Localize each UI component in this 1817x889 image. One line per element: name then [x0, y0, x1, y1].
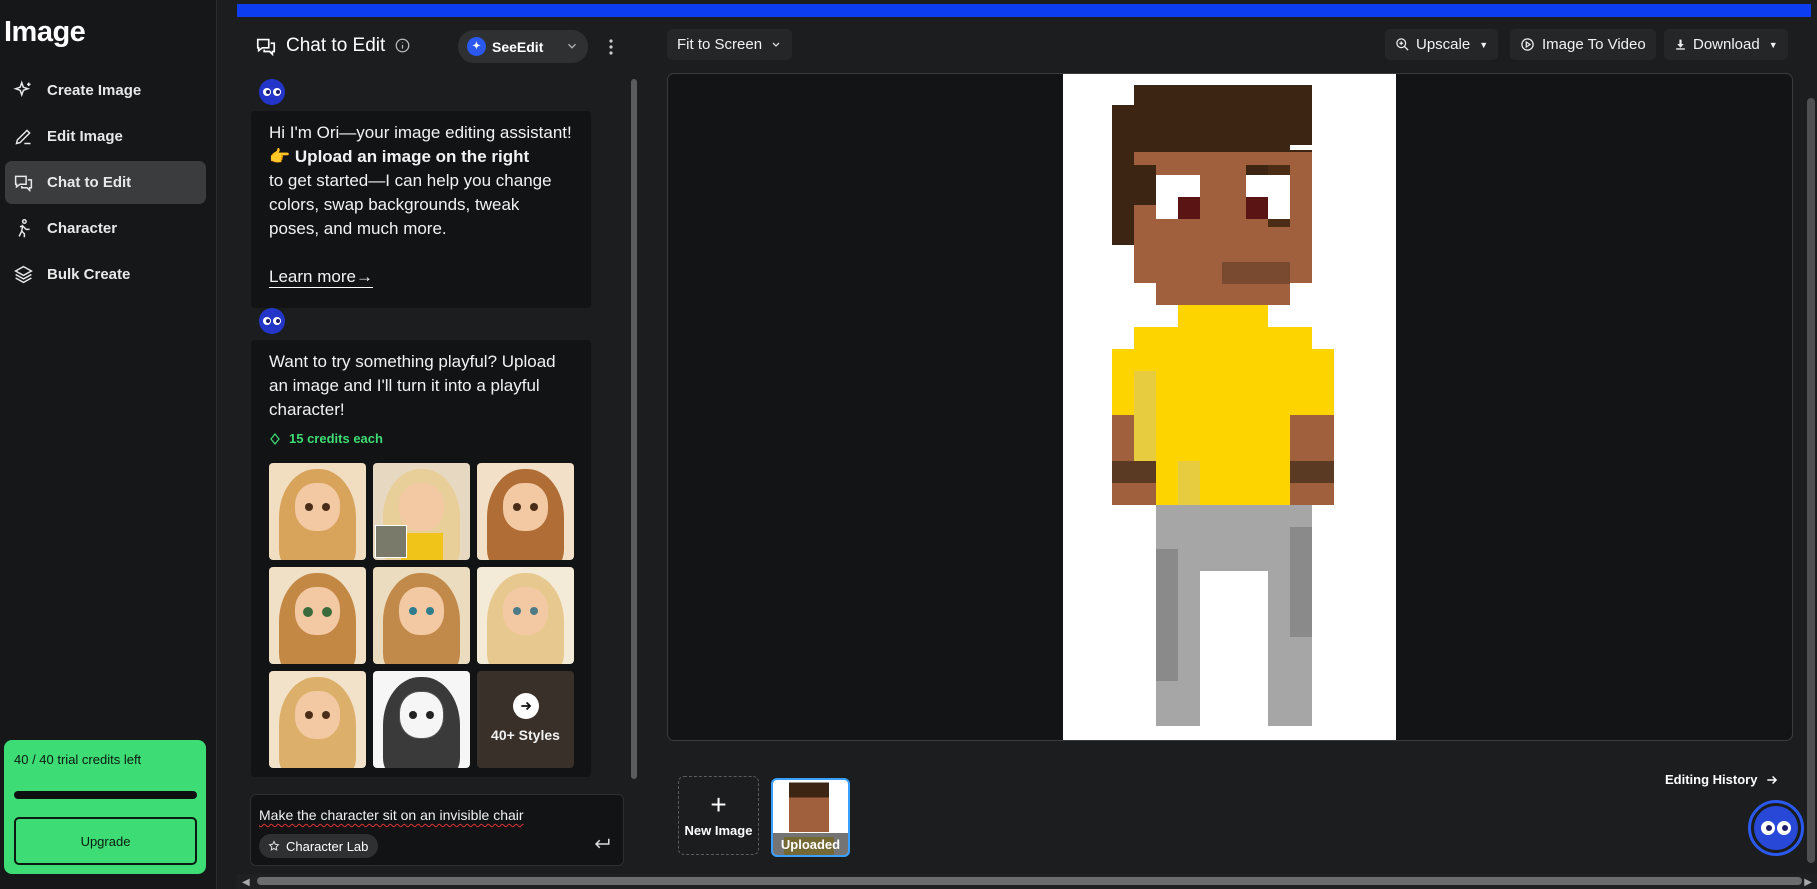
chat-icon: [256, 38, 276, 57]
chat-messages: Hi I'm Ori—your image editing assistant!…: [251, 79, 611, 780]
assistant-bot-button[interactable]: [1748, 800, 1804, 856]
ori-avatar: [259, 79, 285, 105]
vertical-scrollbar[interactable]: [1807, 98, 1815, 863]
style-thumbnail[interactable]: [373, 463, 470, 560]
ori-avatar: [259, 308, 285, 334]
message-text: Want to try something playful? Upload an…: [269, 352, 556, 419]
sidebar-item-bulk-create[interactable]: Bulk Create: [5, 253, 206, 296]
message-text: Hi I'm Ori—your image editing assistant!: [269, 123, 572, 142]
message-welcome: Hi I'm Ori—your image editing assistant!…: [251, 111, 591, 308]
diamond-icon: [270, 433, 280, 445]
pixel-character-image: [1063, 74, 1396, 740]
style-thumbnail[interactable]: [269, 567, 366, 664]
style-grid: 40+ Styles: [269, 463, 574, 768]
sidebar-item-label: Edit Image: [47, 128, 123, 145]
sidebar-item-create-image[interactable]: Create Image: [5, 69, 206, 112]
arrow-right-icon: →: [355, 267, 373, 286]
fit-label: Fit to Screen: [677, 36, 763, 53]
style-thumbnail[interactable]: [477, 463, 574, 560]
sidebar-item-edit-image[interactable]: Edit Image: [5, 115, 206, 158]
play-circle-icon: [1521, 38, 1534, 51]
scroll-right-icon[interactable]: ▶: [1804, 877, 1812, 888]
top-accent-bar: [237, 4, 1811, 17]
learn-more-link[interactable]: Learn more→: [269, 267, 373, 288]
uploaded-thumbnail[interactable]: Uploaded: [771, 778, 850, 857]
character-lab-label: Character Lab: [286, 838, 369, 854]
image-to-video-label: Image To Video: [1542, 36, 1646, 53]
chevron-down-icon: [567, 43, 577, 49]
sidebar-item-label: Chat to Edit: [47, 174, 132, 191]
zoom-plus-icon: [1396, 38, 1409, 51]
caret-down-icon: ▼: [1479, 39, 1489, 50]
credits-note-label: 15 credits each: [289, 431, 383, 446]
more-styles-label: 40+ Styles: [491, 726, 560, 743]
message-playful: Want to try something playful? Upload an…: [251, 340, 591, 777]
fit-to-screen-dropdown[interactable]: Fit to Screen: [667, 29, 793, 60]
character-lab-chip[interactable]: Character Lab: [259, 834, 379, 858]
info-icon[interactable]: [395, 38, 410, 53]
credits-text: 40 / 40 trial credits left: [14, 752, 142, 767]
image-canvas[interactable]: [667, 73, 1793, 741]
chat-input[interactable]: Make the character sit on an invisible c…: [259, 807, 524, 823]
uploaded-label: Uploaded: [773, 833, 848, 855]
app-title: Image: [4, 16, 86, 48]
caret-down-icon: ▼: [1768, 39, 1778, 50]
sidebar-item-chat-to-edit[interactable]: Chat to Edit: [5, 161, 206, 204]
download-icon: [1676, 39, 1685, 50]
style-thumbnail[interactable]: [373, 567, 470, 664]
more-styles-button[interactable]: 40+ Styles: [477, 671, 574, 768]
image-to-video-button[interactable]: Image To Video: [1510, 29, 1656, 60]
editing-history-label: Editing History: [1665, 772, 1758, 787]
enter-icon[interactable]: [593, 837, 611, 851]
star-icon: [268, 840, 280, 851]
sidebar-item-label: Character: [47, 220, 118, 237]
pointing-hand-icon: 👉: [269, 147, 291, 166]
horizontal-scrollbar[interactable]: ◀ ▶: [237, 874, 1817, 889]
scroll-left-icon[interactable]: ◀: [242, 877, 250, 888]
download-label: Download: [1693, 36, 1760, 53]
editing-history-link[interactable]: Editing History: [1665, 772, 1779, 787]
scrollbar-thumb[interactable]: [257, 877, 1802, 885]
message-bold-text: Upload an image on the right: [294, 147, 530, 166]
credits-progress-bar: [14, 791, 197, 799]
new-image-label: New Image: [684, 823, 753, 838]
layers-icon: [14, 265, 33, 284]
new-image-button[interactable]: + New Image: [678, 776, 759, 855]
chat-panel: Chat to Edit ✦ SeeEdit Hi I'm Ori—your i…: [237, 17, 637, 872]
sparkle-icon: [13, 80, 31, 98]
running-person-icon: [18, 219, 30, 238]
arrow-right-icon: [1767, 775, 1778, 784]
chat-title: Chat to Edit: [286, 35, 386, 56]
credits-note: 15 credits each: [269, 427, 573, 451]
bot-face-icon: [1754, 806, 1798, 850]
sidebar-item-character[interactable]: Character: [5, 207, 206, 250]
style-thumbnail[interactable]: [269, 463, 366, 560]
sidebar-item-label: Create Image: [47, 82, 142, 99]
learn-more-label: Learn more: [269, 267, 356, 286]
trial-credits-panel: 40 / 40 trial credits left Upgrade: [4, 740, 206, 874]
sidebar-item-label: Bulk Create: [47, 266, 131, 283]
upgrade-button[interactable]: Upgrade: [14, 817, 197, 865]
upscale-dropdown[interactable]: Upscale ▼: [1385, 29, 1499, 60]
chevron-down-icon: [772, 42, 780, 47]
seeedit-logo-icon: ✦: [467, 37, 486, 56]
download-dropdown[interactable]: Download ▼: [1664, 29, 1788, 60]
model-selector[interactable]: ✦ SeeEdit: [458, 30, 588, 63]
plus-icon: +: [710, 789, 727, 820]
upscale-label: Upscale: [1416, 36, 1471, 53]
style-thumbnail[interactable]: [373, 671, 470, 768]
chat-input-box[interactable]: Make the character sit on an invisible c…: [250, 794, 624, 866]
chat-scrollbar[interactable]: [631, 79, 637, 779]
more-options-icon[interactable]: [607, 37, 615, 57]
style-thumbnail[interactable]: [477, 567, 574, 664]
chat-icon: [14, 175, 33, 193]
message-text: to get started—I can help you change col…: [269, 171, 552, 238]
arrow-right-circle-icon: [512, 692, 539, 719]
pencil-icon: [15, 129, 31, 145]
sidebar: Image Create Image Edit Image Chat to Ed…: [0, 0, 217, 889]
style-thumbnail[interactable]: [269, 671, 366, 768]
model-name: SeeEdit: [492, 38, 544, 55]
